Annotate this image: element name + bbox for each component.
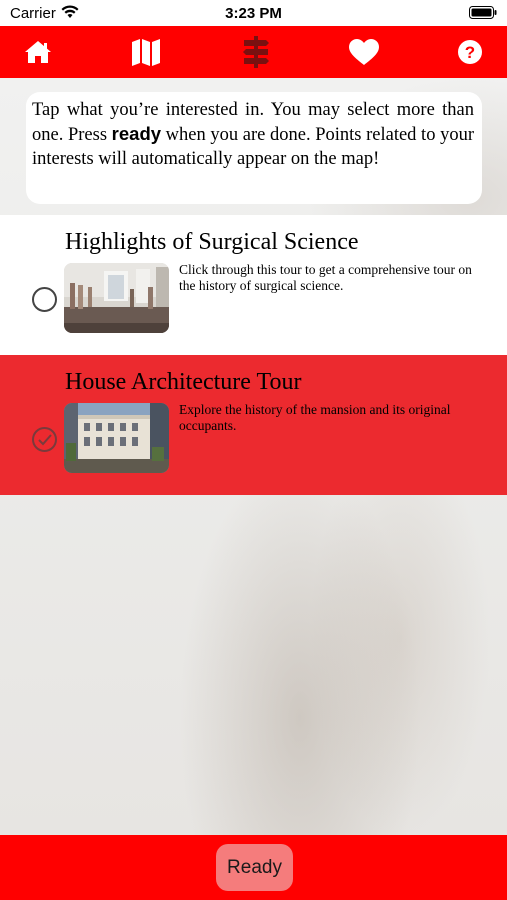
battery-icon [469,6,497,23]
tour-title: House Architecture Tour [65,369,302,395]
clock-time: 3:23 PM [225,5,282,22]
tour-title: Highlights of Surgical Science [65,229,359,255]
map-icon[interactable] [122,26,170,78]
tour-description: Explore the history of the mansion and i… [179,402,451,433]
home-icon[interactable] [14,26,62,78]
signpost-icon[interactable] [232,26,280,78]
ready-button[interactable]: Ready [216,844,293,891]
status-bar: Carrier 3:23 PM [0,0,507,26]
tour-thumbnail-mansion [64,403,169,473]
checked-radio-icon[interactable] [32,427,57,452]
tour-thumbnail-gallery [64,263,169,333]
instruction-ready-word: ready [111,123,162,144]
unchecked-radio-icon[interactable] [32,287,57,312]
heart-icon[interactable] [340,26,388,78]
instruction-card: Tap what you’re interested in. You may s… [26,92,482,204]
top-nav-bar: ? [0,26,507,78]
svg-text:?: ? [465,43,475,62]
tour-row-surgical-science[interactable]: Highlights of Surgical Science Click thr… [0,215,507,355]
help-icon[interactable]: ? [446,26,494,78]
tour-row-house-architecture[interactable]: House Architecture Tour Explore the hist… [0,355,507,495]
bottom-bar: Ready [0,835,507,900]
tour-description: Click through this tour to get a compreh… [179,262,472,293]
